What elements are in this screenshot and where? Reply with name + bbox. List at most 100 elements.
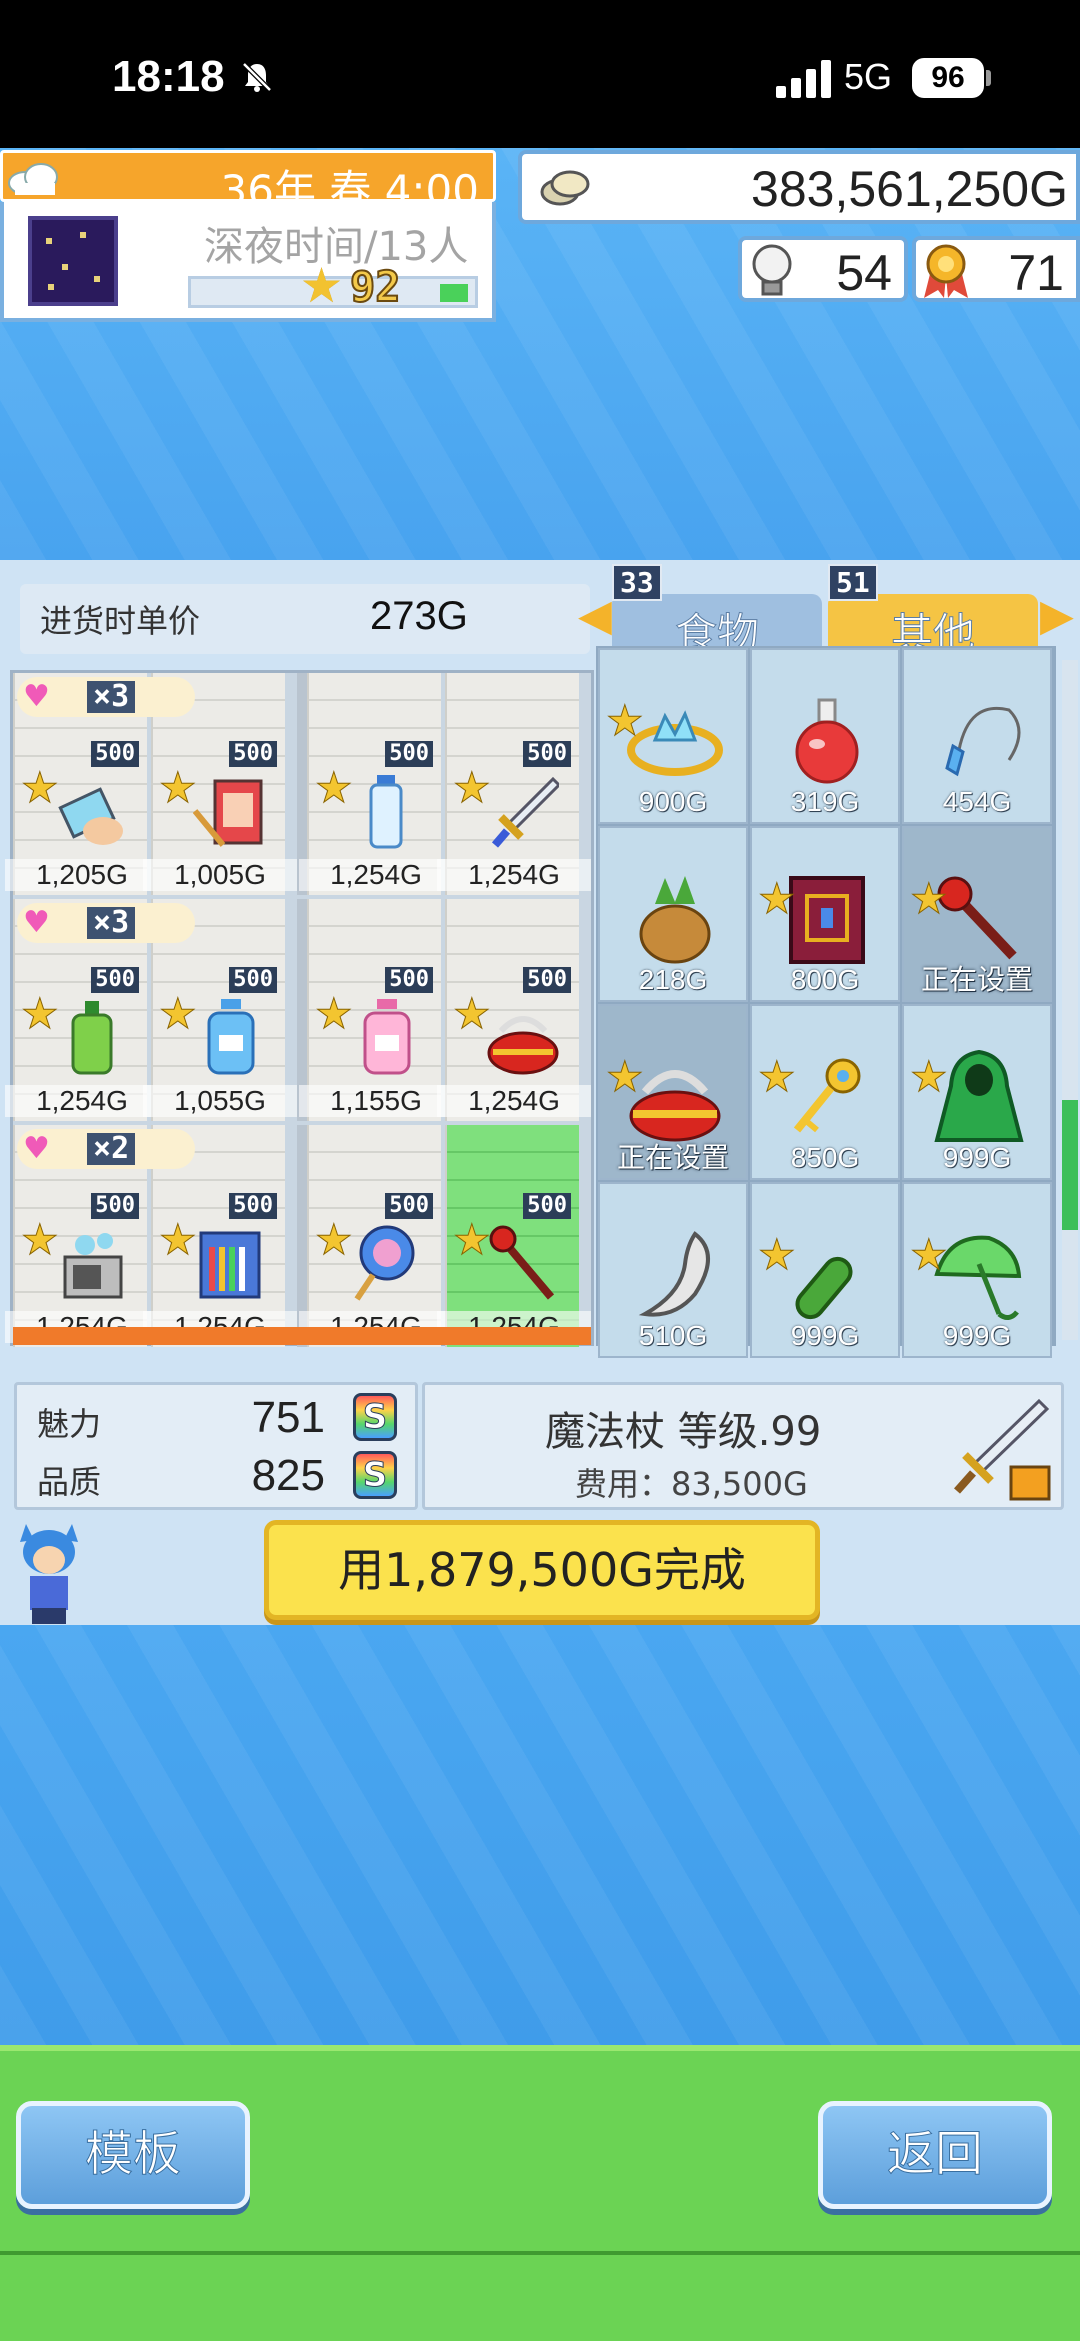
item-price: 800G [790,964,860,995]
star-icon: ★ [453,763,492,812]
money-amount: 383,561,250G [751,161,1068,217]
item-cell[interactable]: ★ 850G [750,1004,900,1180]
item-price: 850G [790,1142,860,1173]
shelf-slot[interactable]: 500 ★ 1,254G [437,673,591,895]
item-cell[interactable]: ★ 800G [750,826,900,1002]
slot-price: 1,254G [5,1085,159,1117]
time-info-card: 深夜时间/13人 ★ 92 [0,202,496,322]
shelf-slot[interactable]: 500 ★ 1,254G [437,899,591,1121]
crystal-necklace-icon [945,706,1021,777]
shelf-multiplier-value: 3 [111,905,130,940]
star-icon: ★ [453,989,492,1038]
shelf-slot[interactable]: 500 ★ 1,254G [299,673,453,895]
slot-price: 1,005G [143,859,297,891]
stock-badge: 500 [91,741,139,767]
star-icon: ★ [910,874,949,923]
stock-badge: 500 [229,1193,277,1219]
star-icon: ★ [159,989,198,1038]
pearl-bag-icon [487,1016,559,1075]
shelf-row[interactable]: 500 ★ 1,254G 500 ★ 1,254G 500 ★ 1,254G 5… [5,1125,591,1347]
lightbulb-icon [752,244,792,296]
shelf-area: 500 ★ 1,205G 500 ★ 1,005G 500 ★ 1,254G 5… [5,670,594,1347]
shelf-multiplier: ×3 [87,681,136,713]
scrollbar-thumb[interactable] [1062,1100,1078,1230]
appliance-icon [63,1233,123,1299]
tab-next-arrow-icon[interactable]: ▶ [1040,590,1074,641]
potion-icon [795,698,859,784]
shelf-slot[interactable]: 500 ★ 1,254G [299,1125,453,1347]
star-icon: ★ [315,763,354,812]
item-price: 999G [790,1320,860,1351]
star-icon: ★ [758,1052,797,1101]
star-icon: ★ [21,989,60,1038]
star-icon: ★ [315,1215,354,1264]
star-icon: ★ [300,258,344,314]
ideas-count: 54 [836,245,892,301]
coins-icon [540,170,590,206]
seed-bag-icon [639,876,711,964]
item-cell[interactable]: ★ 900G [598,648,748,824]
item-grid: ★ 900G 319G 454G 218G ★ 800G ★ 正在设置 ★ 正在… [596,646,1056,1358]
item-price: 999G [942,1320,1012,1351]
star-icon: ★ [21,1215,60,1264]
date-bar: 36年 春 4:00 [0,150,496,215]
item-price: 900G [638,786,708,817]
scrollbar-track[interactable] [1062,660,1078,1340]
item-cell[interactable]: ★ 999G [902,1004,1052,1180]
template-button[interactable]: 模板 [16,2101,250,2209]
item-price: 218G [638,964,708,995]
sky-background [0,1625,1080,2045]
slot-price: 1,205G [5,859,159,891]
heart-icon: ♥ [23,905,50,940]
item-detail-cost: 费用：83,500G [575,1465,808,1503]
item-cell[interactable]: 319G [750,648,900,824]
back-button[interactable]: 返回 [818,2101,1052,2209]
sword-icon [491,776,559,848]
item-cell[interactable]: 510G [598,1182,748,1358]
night-sky-icon [28,216,118,306]
item-cell[interactable]: ★ 正在设置 [902,826,1052,1002]
shelf-tag: ♥ ×3 [17,903,195,943]
charm-label: 魅力 [37,1405,102,1443]
claw-icon [638,1231,710,1317]
item-cell[interactable]: 218G [598,826,748,1002]
item-cell[interactable]: ★ 999G [750,1182,900,1358]
water-bottle-icon [369,775,403,849]
shopkeeper-avatar [20,1524,78,1624]
signal-icon [776,60,831,98]
battery-icon: 96 [912,58,984,98]
item-detail-name: 魔法杖 等级.99 [545,1409,822,1455]
star-icon: ★ [758,1230,797,1279]
complete-button[interactable]: 用1,879,500G完成 [264,1520,820,1620]
shelf-row[interactable]: 500 ★ 1,254G 500 ★ 1,055G 500 ★ 1,155G 5… [5,899,591,1121]
shelf-multiplier-value: 2 [111,1131,130,1166]
star-icon: ★ [606,1052,645,1101]
shelf-row[interactable]: 500 ★ 1,205G 500 ★ 1,005G 500 ★ 1,254G 5… [5,673,591,895]
star-icon: ★ [159,1215,198,1264]
status-bar: 18:18 5G 96 [0,0,1080,148]
green-lotion-icon [71,1001,113,1075]
item-status: 正在设置 [920,963,1033,996]
shelf-tag: ♥ ×3 [17,677,195,717]
slot-price: 1,254G [299,859,453,891]
shelf-slot[interactable]: 500 ★ 1,155G [299,899,453,1121]
stock-badge: 500 [385,1193,433,1219]
ideas-display: 54 [738,236,908,302]
attributes-box: 魅力 751 S 品质 825 S [14,1382,418,1510]
star-icon: ★ [758,874,797,923]
pencil-set-icon [199,1231,261,1299]
heart-icon: ♥ [23,679,50,714]
bell-muted-icon [242,62,272,92]
heart-icon: ♥ [23,1131,50,1166]
item-price: 510G [638,1320,708,1351]
item-cell[interactable]: ★ 正在设置 [598,1004,748,1180]
shelf-tag: ♥ ×2 [17,1129,195,1169]
quality-grade-badge: S [353,1451,397,1499]
shelf-slot-selected[interactable]: 500 ★ 1,254G [437,1125,591,1347]
stock-badge: 500 [523,967,571,993]
item-cell[interactable]: 454G [902,648,1052,824]
item-price: 319G [790,786,860,817]
stock-badge: 500 [91,1193,139,1219]
item-cell[interactable]: ★ 999G [902,1182,1052,1358]
tab-prev-arrow-icon[interactable]: ◀ [578,590,612,641]
